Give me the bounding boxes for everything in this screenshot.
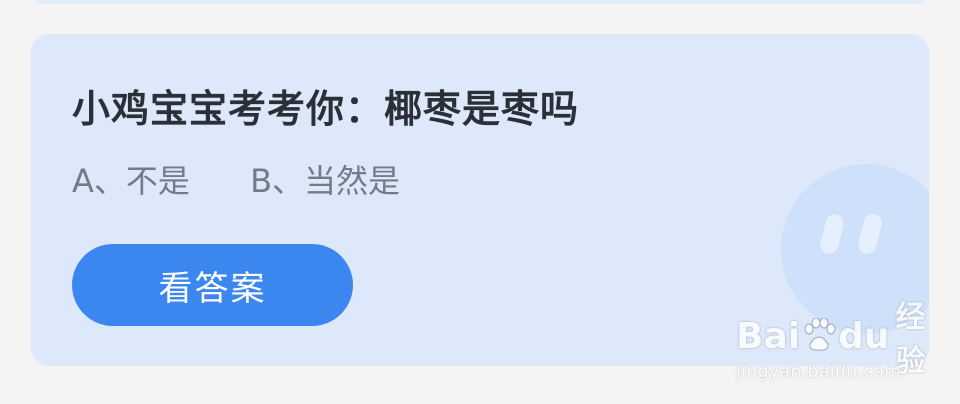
baidu-logo: Bai du 经验: [736, 300, 936, 379]
quiz-question: 小鸡宝宝考考你：椰枣是枣吗: [72, 87, 580, 131]
view-answer-button[interactable]: 看答案: [72, 244, 353, 326]
watermark-url: jingyan.baidu.com: [736, 362, 902, 382]
mascot-right-eye: [856, 212, 884, 256]
option-a[interactable]: A、不是: [72, 162, 190, 200]
previous-card-edge: [30, 0, 930, 4]
baidu-paw-icon: [802, 317, 836, 354]
quiz-options: A、不是 B、当然是: [72, 156, 400, 202]
watermark-brand-suffix: 经验: [895, 300, 926, 379]
baidu-jingyan-watermark: Bai du 经验 jingyan.baidu.com: [736, 300, 936, 392]
watermark-brand-bai: Bai: [736, 315, 801, 357]
mascot-left-eye: [818, 212, 846, 256]
watermark-brand-du: du: [838, 315, 890, 357]
option-b[interactable]: B、当然是: [250, 162, 400, 200]
